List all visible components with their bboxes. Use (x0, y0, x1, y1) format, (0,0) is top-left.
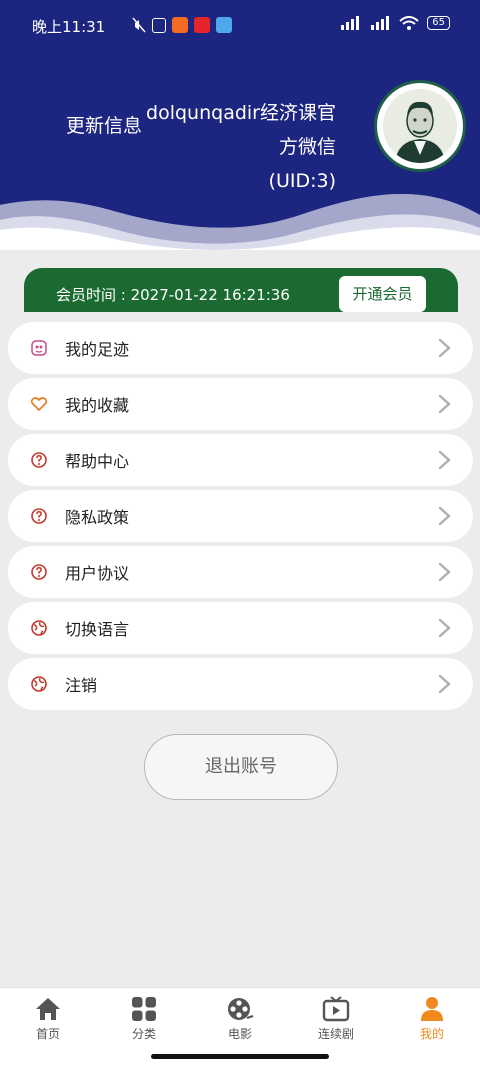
tv-play-icon (322, 996, 350, 1022)
film-reel-icon (228, 998, 254, 1020)
user-uid: (UID:3) (268, 170, 336, 192)
help-icon (30, 563, 48, 581)
menu-item-user-agreement[interactable]: 用户协议 (8, 546, 473, 598)
menu-item-switch-language[interactable]: 切换语言 (8, 602, 473, 654)
grid-icon (132, 997, 156, 1021)
chevron-right-icon (433, 505, 455, 527)
tab-mine[interactable]: 我的 (384, 994, 480, 1050)
help-icon (30, 507, 48, 525)
globe-icon (30, 619, 48, 637)
home-indicator[interactable] (151, 1054, 329, 1059)
status-bar: 晚上11:31 65 (0, 0, 480, 52)
menu-item-label: 我的收藏 (65, 396, 130, 415)
chevron-right-icon (433, 673, 455, 695)
chevron-right-icon (433, 337, 455, 359)
wallet-app-icon (216, 17, 232, 33)
wifi-icon (399, 16, 419, 30)
open-membership-button[interactable]: 开通会员 (339, 276, 426, 312)
globe-icon (30, 675, 48, 693)
logout-button[interactable]: 退出账号 (144, 734, 338, 800)
chevron-right-icon (433, 393, 455, 415)
menu-item-favorites[interactable]: 我的收藏 (8, 378, 473, 430)
status-notification-icons (132, 17, 232, 33)
menu-item-help-center[interactable]: 帮助中心 (8, 434, 473, 486)
status-system-icons: 65 (339, 16, 450, 30)
tab-movies[interactable]: 电影 (192, 994, 288, 1050)
tab-home[interactable]: 首页 (0, 994, 96, 1050)
update-info-link[interactable]: 更新信息 (66, 111, 142, 138)
member-expiry-text: 会员时间 : 2027-01-22 16:21:36 (56, 286, 290, 304)
chevron-right-icon (433, 561, 455, 583)
tab-label: 电影 (227, 1027, 252, 1041)
tab-label: 连续剧 (317, 1027, 354, 1041)
user-name: dolqunqadir经济课官方微信 (146, 102, 336, 158)
home-icon (36, 998, 60, 1020)
menu-item-label: 隐私政策 (65, 508, 130, 527)
menu-item-label: 我的足迹 (65, 340, 130, 359)
mute-icon (132, 17, 146, 33)
mi-app-icon (172, 17, 188, 33)
tab-label: 我的 (419, 1027, 444, 1041)
signal-icon (341, 16, 360, 30)
chevron-right-icon (433, 617, 455, 639)
menu-item-label: 用户协议 (65, 564, 130, 583)
tab-category[interactable]: 分类 (96, 994, 192, 1050)
user-name-block: dolqunqadir经济课官方微信 (UID:3) (146, 96, 336, 198)
menu-item-label: 注销 (65, 676, 98, 695)
nfc-icon (152, 17, 166, 33)
shopping-app-icon (194, 17, 210, 33)
tab-label: 首页 (35, 1027, 60, 1041)
heart-icon (30, 395, 48, 413)
help-icon (30, 451, 48, 469)
avatar-portrait (383, 89, 457, 163)
person-icon (421, 997, 443, 1021)
avatar[interactable] (374, 80, 466, 172)
battery-indicator: 65 (427, 16, 450, 30)
tab-series[interactable]: 连续剧 (288, 994, 384, 1050)
chevron-right-icon (433, 449, 455, 471)
menu-item-footprints[interactable]: 我的足迹 (8, 322, 473, 374)
menu-item-label: 切换语言 (65, 620, 130, 639)
tab-label: 分类 (131, 1027, 156, 1041)
status-time: 晚上11:31 (32, 18, 106, 36)
signal-icon (371, 16, 390, 30)
menu-item-label: 帮助中心 (65, 452, 130, 471)
profile-header: 晚上11:31 65 更新信息 dolqunqadir经济课官方微信 (UID:… (0, 0, 480, 250)
menu-item-deregister[interactable]: 注销 (8, 658, 473, 710)
menu-item-privacy-policy[interactable]: 隐私政策 (8, 490, 473, 542)
footprint-icon (30, 339, 48, 357)
